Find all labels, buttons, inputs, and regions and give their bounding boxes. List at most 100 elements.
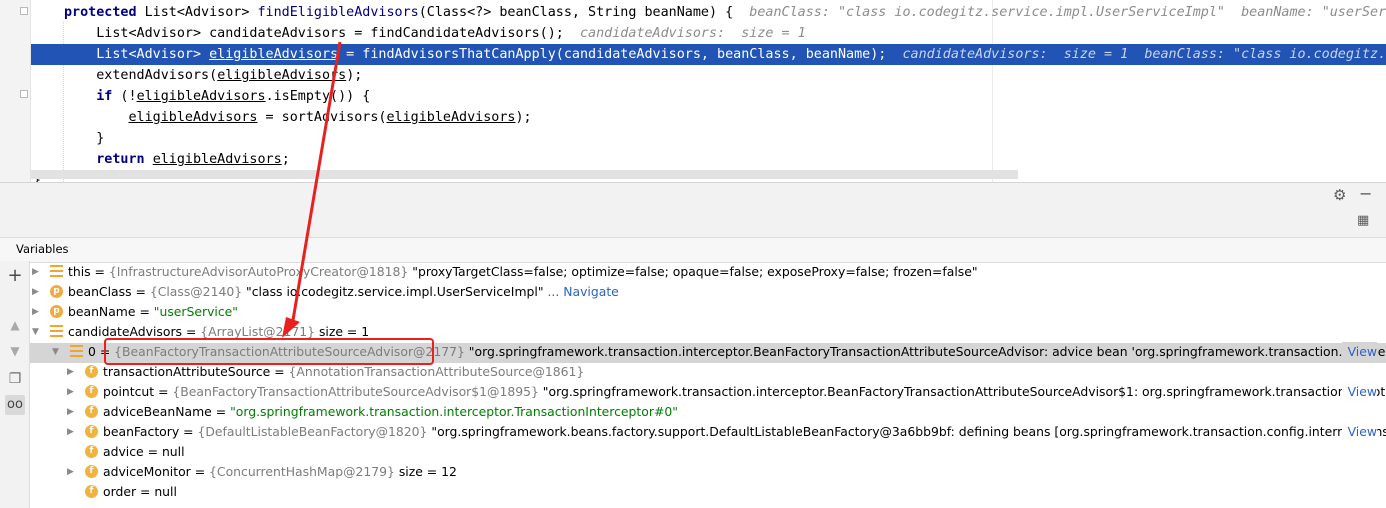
view-link[interactable]: View xyxy=(1341,422,1377,442)
code-token: protected xyxy=(64,5,145,20)
code-token: if xyxy=(96,89,113,104)
variable-name: adviceBeanName xyxy=(103,404,212,419)
equals-sign: = xyxy=(131,284,150,299)
inline-debug-value: candidateAdvisors: size = 1 beanClass: "… xyxy=(902,47,1386,62)
variable-row-this[interactable]: ▶ this = {InfrastructureAdvisorAutoProxyC… xyxy=(30,262,1386,282)
equals-sign: = xyxy=(143,444,162,459)
variable-value: null xyxy=(154,484,177,499)
expand-arrow-icon[interactable]: ▶ xyxy=(67,422,74,442)
code-token: eligibleAdvisors xyxy=(209,47,339,62)
inline-debug-value: beanClass: "class io.codegitz.service.im… xyxy=(749,5,1386,20)
equals-sign: = xyxy=(270,364,289,379)
code-token: List<Advisor> xyxy=(64,47,210,62)
view-link[interactable]: View xyxy=(1341,342,1377,362)
code-token: return xyxy=(96,152,145,167)
variable-value: "org.springframework.transaction.interce… xyxy=(538,384,1386,399)
variable-name: adviceMonitor xyxy=(103,464,191,479)
collapse-arrow-icon[interactable]: ▼ xyxy=(52,342,59,362)
variable-row-pointcut[interactable]: ▶ f pointcut = {BeanFactoryTransactionAttr… xyxy=(30,382,1386,402)
variable-row-beanClass[interactable]: ▶ p beanClass = {Class@2140} "class io.cod… xyxy=(30,282,1386,302)
glasses-icon[interactable]: oo xyxy=(5,395,25,415)
add-watch-icon[interactable]: + xyxy=(5,266,25,286)
variables-panel-title: Variables xyxy=(16,242,69,256)
field-icon: f xyxy=(85,405,98,418)
variable-type: {AnnotationTransactionAttributeSource@18… xyxy=(288,364,585,379)
code-line[interactable]: List<Advisor> candidateAdvisors = findCa… xyxy=(31,23,1386,44)
expand-arrow-icon[interactable]: ▶ xyxy=(32,302,39,322)
expand-arrow-icon[interactable]: ▶ xyxy=(32,262,39,282)
parameter-icon: p xyxy=(50,305,63,318)
list-field-icon xyxy=(50,325,63,338)
code-line-current[interactable]: List<Advisor> eligibleAdvisors = findAdv… xyxy=(31,44,1386,65)
field-icon: f xyxy=(85,485,98,498)
down-arrow-icon[interactable]: ▼ xyxy=(5,341,25,361)
code-line[interactable]: extendAdvisors(eligibleAdvisors); xyxy=(31,65,1386,86)
up-arrow-icon[interactable]: ▲ xyxy=(5,315,25,335)
editor-gutter[interactable] xyxy=(0,0,31,182)
variable-name: beanName xyxy=(68,304,136,319)
copy-icon[interactable]: ❐ xyxy=(5,369,25,389)
variable-value: "userService" xyxy=(153,304,238,319)
fold-marker-icon[interactable] xyxy=(20,90,28,98)
horizontal-scrollbar[interactable] xyxy=(31,170,1018,179)
variable-row-beanFactory[interactable]: ▶ f beanFactory = {DefaultListableBeanFact… xyxy=(30,422,1386,442)
field-icon: f xyxy=(85,425,98,438)
code-line[interactable]: if (!eligibleAdvisors.isEmpty()) { xyxy=(31,86,1386,107)
equals-sign: = xyxy=(90,264,109,279)
code-token: ; xyxy=(281,152,290,167)
expand-arrow-icon[interactable]: ▶ xyxy=(32,282,39,302)
gear-icon[interactable]: ⚙ xyxy=(1333,187,1346,203)
code-token: eligibleAdvisors xyxy=(217,68,347,83)
variable-row-adviceMonitor[interactable]: ▶ f adviceMonitor = {ConcurrentHashMap@217… xyxy=(30,462,1386,482)
variable-row-transactionAttributeSource[interactable]: ▶ f transactionAttributeSource = {Annotati… xyxy=(30,362,1386,382)
collapse-arrow-icon[interactable]: ▼ xyxy=(32,322,39,342)
code-editor[interactable]: protected List<Advisor> findEligibleAdvi… xyxy=(0,0,1386,182)
view-link[interactable]: View xyxy=(1341,382,1377,402)
variable-row-adviceBeanName[interactable]: ▶ f adviceBeanName = "org.springframework.… xyxy=(30,402,1386,422)
variable-row-order[interactable]: f order = null xyxy=(30,482,1386,502)
code-token: List<Advisor> xyxy=(144,5,258,20)
equals-sign: = xyxy=(135,304,154,319)
expand-arrow-icon[interactable]: ▶ xyxy=(67,402,74,422)
variable-value: "org.springframework.transaction.interce… xyxy=(230,404,678,419)
annotation-highlight-box xyxy=(104,338,434,365)
expand-arrow-icon[interactable]: ▶ xyxy=(67,462,74,482)
variable-type: {BeanFactoryTransactionAttributeSourceAd… xyxy=(172,384,539,399)
field-icon: f xyxy=(85,465,98,478)
code-token: eligibleAdvisors xyxy=(136,89,266,104)
minimize-icon[interactable]: − xyxy=(1359,186,1372,202)
code-line[interactable]: eligibleAdvisors = sortAdvisors(eligible… xyxy=(31,107,1386,128)
variable-row-advice[interactable]: f advice = null xyxy=(30,442,1386,462)
code-token: ); xyxy=(346,68,363,83)
navigate-link[interactable]: ... Navigate xyxy=(544,284,618,299)
restore-layout-icon[interactable]: ▦ xyxy=(1357,213,1369,229)
variable-value: "proxyTargetClass=false; optimize=false;… xyxy=(408,264,978,279)
variable-value: size = 1 xyxy=(315,324,370,339)
code-token: = sortAdvisors( xyxy=(257,110,387,125)
code-line[interactable]: return eligibleAdvisors; xyxy=(31,149,1386,170)
variables-panel-header: Variables xyxy=(0,237,1386,263)
code-token: eligibleAdvisors xyxy=(386,110,516,125)
code-token: } xyxy=(64,131,105,146)
code-line[interactable]: protected List<Advisor> findEligibleAdvi… xyxy=(31,2,1386,23)
equals-sign: = xyxy=(136,484,155,499)
variable-name: order xyxy=(103,484,137,499)
code-token: (! xyxy=(112,89,137,104)
variable-value: "org.springframework.beans.factory.suppo… xyxy=(427,424,1386,439)
variable-row-beanName[interactable]: ▶ p beanName = "userService" xyxy=(30,302,1386,322)
code-line[interactable]: } xyxy=(31,128,1386,149)
variable-value: size = 12 xyxy=(394,464,457,479)
equals-sign: = xyxy=(190,464,210,479)
expand-arrow-icon[interactable]: ▶ xyxy=(67,382,74,402)
fold-marker-icon[interactable] xyxy=(20,7,28,15)
parameter-icon: p xyxy=(50,285,63,298)
code-token: ); xyxy=(515,110,532,125)
expand-arrow-icon[interactable]: ▶ xyxy=(67,362,74,382)
variable-type: {InfrastructureAdvisorAutoProxyCreator@1… xyxy=(108,264,409,279)
code-token: findEligibleAdvisors xyxy=(257,5,419,20)
variable-type: {ConcurrentHashMap@2179} xyxy=(209,464,395,479)
code-token: = findAdvisorsThatCanApply(candidateAdvi… xyxy=(338,47,903,62)
